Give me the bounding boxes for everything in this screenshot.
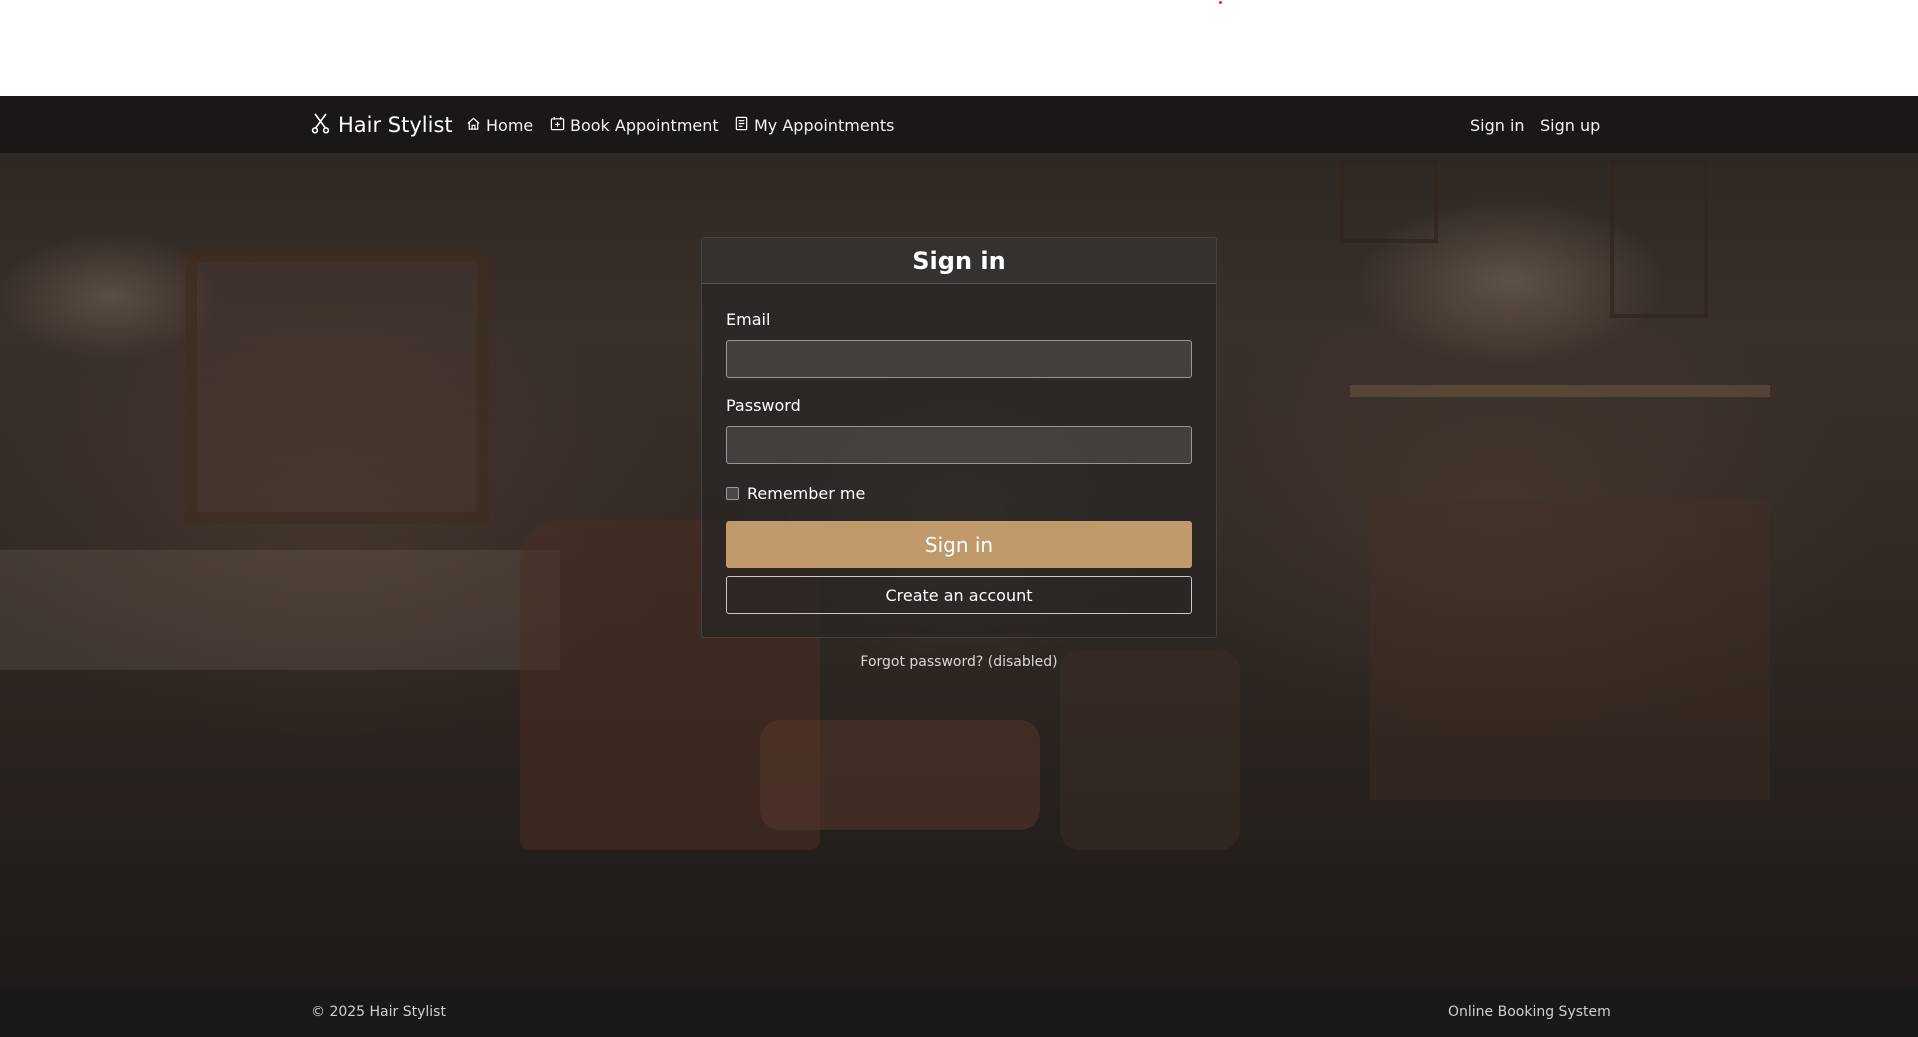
background-mirror <box>185 250 489 524</box>
footer <box>0 985 1918 1037</box>
password-label: Password <box>726 396 801 415</box>
background-cabinet <box>1370 500 1770 800</box>
nav-signin-link[interactable]: Sign in <box>1470 114 1525 136</box>
email-field[interactable] <box>726 340 1192 378</box>
nav-my-appointments-link[interactable]: My Appointments <box>734 114 894 136</box>
document-list-icon <box>734 116 749 135</box>
nav-home-label: Home <box>486 115 534 135</box>
create-account-button[interactable]: Create an account <box>726 576 1192 614</box>
background-picture-frame <box>1610 160 1708 318</box>
remember-me-label: Remember me <box>747 483 866 503</box>
scissors-icon <box>311 112 330 139</box>
remember-me-row: Remember me <box>726 482 865 504</box>
remember-me-checkbox[interactable] <box>726 486 739 500</box>
brand-name: Hair Stylist <box>338 113 453 137</box>
forgot-password-text: Forgot password? (disabled) <box>860 654 1058 670</box>
footer-copyright: © 2025 Hair Stylist <box>311 1004 446 1020</box>
nav-book-appointment-label: Book Appointment <box>570 115 719 135</box>
nav-signup-link[interactable]: Sign up <box>1540 114 1600 136</box>
home-icon <box>466 116 481 135</box>
footer-tagline: Online Booking System <box>1448 1004 1611 1020</box>
password-field[interactable] <box>726 426 1192 464</box>
nav-my-appointments-label: My Appointments <box>754 115 895 135</box>
signin-card: Sign in Email Password Remember me Sign … <box>701 237 1217 638</box>
top-blank-area <box>0 0 1918 96</box>
signin-button[interactable]: Sign in <box>726 521 1192 568</box>
red-dot-marker <box>1219 1 1222 4</box>
background-picture-frame <box>1340 160 1438 243</box>
calendar-plus-icon <box>550 116 565 135</box>
nav-book-appointment-link[interactable]: Book Appointment <box>550 114 719 136</box>
brand-link[interactable]: Hair Stylist <box>311 111 453 139</box>
navbar <box>0 96 1918 153</box>
nav-home-link[interactable]: Home <box>466 114 533 136</box>
email-label: Email <box>726 310 771 329</box>
background-chair-seat <box>760 720 1040 830</box>
background-shelf <box>1350 385 1770 397</box>
background-counter <box>0 550 560 670</box>
signin-card-title: Sign in <box>702 238 1216 284</box>
background-chair-base <box>1060 650 1240 850</box>
